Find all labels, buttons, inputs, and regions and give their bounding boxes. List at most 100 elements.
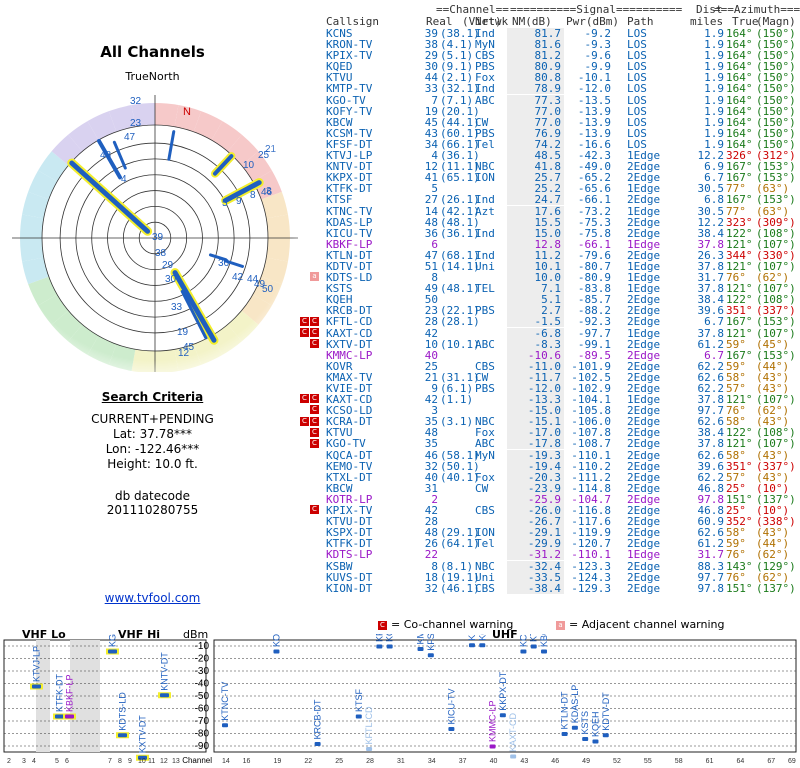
KFTL-CD-bar (366, 747, 373, 751)
distance-cell: 88.3 (697, 559, 725, 573)
noise-margin-cell: -1.5 (534, 315, 562, 329)
callsign-cell: KAXT-CD (326, 326, 373, 340)
co-channel-warning-icon: C (300, 327, 309, 337)
website-link[interactable]: www.tvfool.com (0, 591, 305, 605)
KCNS-label: KCNS (477, 634, 487, 641)
KRCB-DT-bar (314, 742, 321, 746)
KSTS-bar (582, 737, 589, 741)
KRCB-DT-label: KRCB-DT (313, 699, 323, 740)
uhf-channel-tick: 16 (243, 758, 251, 765)
real-channel: 28 (424, 315, 438, 329)
uhf-channel-tick: 52 (613, 758, 621, 765)
callsign-cell: KGO-TV (326, 437, 366, 451)
path-cell: LOS (627, 93, 647, 107)
KMMC-LP-label: KMMC-LP (488, 700, 498, 742)
KNTV-DT-bar (160, 693, 169, 698)
KDAS-LP-label: KDAS-LP (570, 685, 580, 724)
vhf-channel-tick: 13 (172, 758, 180, 765)
network-cell: ABC (475, 93, 495, 107)
vhf-channel-tick: 6 (65, 758, 69, 765)
search-lat: Lat: 37.78*** (113, 427, 192, 441)
KAXT-CD-label: KAXT-CD (508, 712, 518, 752)
KTNC-TV-bar (222, 723, 228, 728)
KDTV-DT-label: KDTV-DT (601, 692, 611, 731)
uhf-channel-tick: 31 (397, 758, 405, 765)
uhf-channel-tick: 49 (582, 758, 590, 765)
KFSF-DT-bar (427, 653, 434, 658)
power-cell: -13.5 (577, 93, 611, 107)
KTVJ-LP-bar (32, 684, 41, 689)
search-mode: CURRENT+PENDING (91, 412, 214, 426)
polar-fade (0, 82, 305, 372)
KMTP-TV-bar (417, 647, 424, 651)
uhf-channel-tick: 22 (304, 758, 312, 765)
network-cell: ABC (475, 437, 495, 451)
co-channel-warning-icon: C (310, 438, 319, 448)
uhf-channel-tick: 14 (222, 758, 230, 765)
search-lon: Lon: -122.46*** (105, 442, 200, 456)
azimuth-magnetic-cell: (150°) (756, 82, 796, 96)
network-cell: CBS (475, 581, 495, 595)
KCSM-TV-bar (520, 649, 527, 654)
db-datecode-label: db datecode (114, 489, 191, 503)
KBKF-LP-label: KBKF-LP (65, 674, 75, 712)
KQEH-label: KQEH (590, 711, 600, 737)
KOFY-TV-label: KOFY-TV (271, 634, 281, 647)
uhf-channel-tick: 58 (675, 758, 683, 765)
KTSF-label: KTSF (354, 688, 364, 712)
KPIX-TV-bar (376, 644, 383, 649)
power-cell: -73.2 (577, 204, 611, 218)
virtual-channel: (1.1) (440, 393, 474, 407)
vhf-channel-tick: 5 (55, 758, 59, 765)
vhf-channel-tick: 7 (108, 758, 112, 765)
KFTL-CD-label: KFTL-CD (364, 706, 374, 745)
power-cell: -129.3 (571, 581, 611, 595)
dbm-tick-label: -50 (195, 691, 210, 702)
vhf-channel-tick: 3 (22, 758, 26, 765)
noise-margin-cell: -38.4 (527, 581, 561, 595)
co-channel-warning-icon: C (310, 416, 319, 426)
noise-margin-cell: 17.6 (534, 204, 562, 218)
KTVU-bar (530, 644, 537, 649)
real-channel: 32 (424, 581, 438, 595)
path-cell: 1Edge (627, 204, 661, 218)
uhf-channel-tick: 34 (428, 758, 436, 765)
real-channel: 8 (431, 559, 438, 573)
KAXT-CD-bar (510, 754, 517, 759)
db-datecode: 201110280755 (106, 503, 199, 517)
network-cell: Ind (475, 193, 495, 207)
dbm-tick-label: -60 (195, 704, 210, 715)
co-channel-icon: C (378, 620, 387, 630)
co-channel-warning-icon: C (310, 427, 319, 437)
KTSF-bar (355, 714, 362, 719)
network-cell: ION (475, 171, 495, 185)
co-channel-warning-icon: C (310, 394, 319, 404)
uhf-channel-tick: 67 (767, 758, 775, 765)
callsign-cell: KFTL-CD (326, 315, 373, 329)
network-cell: MyN (475, 448, 495, 462)
search-criteria-heading: Search Criteria (101, 390, 204, 404)
real-channel: 35 (424, 437, 438, 451)
KKPX-DT-bar (499, 713, 506, 718)
network-cell: Azt (475, 204, 495, 218)
network-cell: NBC (475, 559, 495, 573)
power-cell: -12.0 (577, 82, 611, 96)
uhf-channel-tick: 28 (366, 758, 374, 765)
KTFK-DT-label: KTFK-DT (55, 674, 65, 712)
azimuth-magnetic-cell: (107°) (756, 326, 796, 340)
azimuth-true-cell: 76° (726, 548, 746, 562)
KNTV-DT-label: KNTV-DT (160, 652, 170, 691)
noise-margin-cell: -17.8 (527, 437, 561, 451)
vhf-channel-tick: 8 (118, 758, 122, 765)
KQED-label: KQED (385, 634, 395, 642)
real-channel: 22 (424, 548, 438, 562)
path-cell: 2Edge (627, 437, 661, 451)
path-cell: 1Edge (627, 326, 661, 340)
dbm-tick-label: -70 (195, 716, 210, 727)
KBCW-label: KBCW (539, 634, 549, 647)
path-cell: LOS (627, 82, 647, 96)
azimuth-true-cell: 121° (726, 326, 753, 340)
real-channel: 33 (424, 82, 438, 96)
azimuth-magnetic-cell: (62°) (756, 548, 790, 562)
KPIX-TV-label: KPIX-TV (374, 634, 384, 642)
